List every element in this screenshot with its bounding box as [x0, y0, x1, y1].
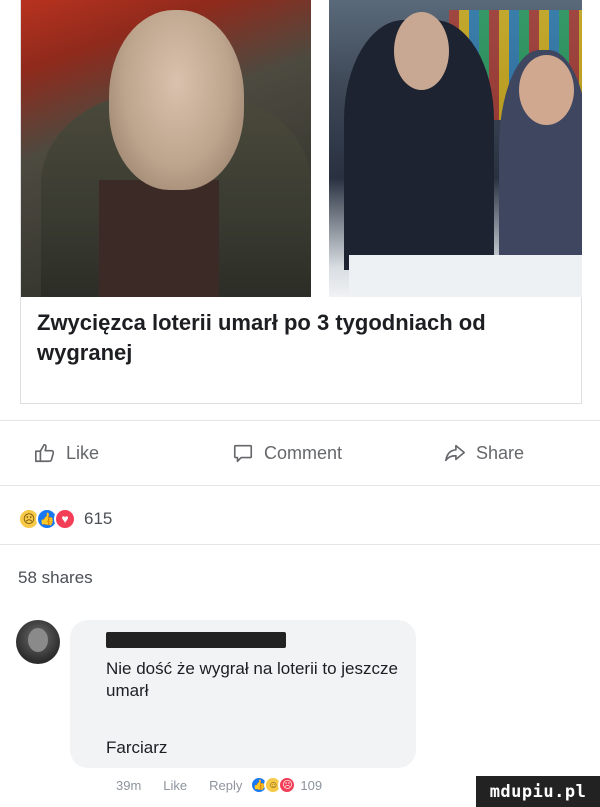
comment-label: Comment	[264, 442, 343, 463]
photo-woman-face	[519, 55, 574, 125]
comment-reactions[interactable]: 👍 ☺ ☹ 109	[250, 776, 322, 794]
photo-shirt	[99, 180, 219, 297]
share-label: Share	[476, 442, 525, 463]
share-button[interactable]: Share	[444, 441, 524, 465]
divider	[0, 544, 600, 545]
comment-time[interactable]: 39m	[116, 778, 141, 793]
like-label: Like	[66, 442, 100, 463]
comment-like-link[interactable]: Like	[163, 778, 187, 793]
comment-text: Nie dość że wygrał na loterii to jeszcze…	[106, 659, 398, 700]
photo-left	[21, 0, 311, 297]
photo-man-face	[394, 12, 449, 90]
post-image[interactable]	[21, 0, 582, 297]
reactions-summary[interactable]: ☹ 👍 ♥ 615	[18, 506, 112, 532]
comment-meta: 39m Like Reply 👍 ☺ ☹ 109	[116, 776, 322, 794]
post-title[interactable]: Zwycięzca loterii umarł po 3 tygodniach …	[37, 308, 557, 368]
shares-count[interactable]: 58 shares	[18, 568, 93, 588]
comment-signature: Farciarz	[106, 738, 168, 757]
photo-face	[109, 10, 244, 190]
commenter-name-redacted[interactable]	[106, 632, 286, 648]
watermark: mdupiu.pl	[476, 776, 600, 807]
comment-bubble: Nie dość że wygrał na loterii to jeszcze…	[70, 620, 416, 768]
share-icon	[445, 444, 465, 462]
reaction-count: 615	[84, 509, 113, 528]
like-button[interactable]: Like	[34, 441, 99, 465]
comment-button[interactable]: Comment	[232, 441, 342, 465]
comment-reaction-count: 109	[300, 777, 323, 793]
angry-icon: ☹	[278, 776, 297, 794]
photo-divider	[311, 0, 329, 297]
love-icon: ♥	[54, 508, 76, 530]
thumbs-up-icon	[35, 443, 55, 463]
avatar[interactable]	[16, 620, 60, 664]
action-bar: Like Comment Share	[0, 420, 600, 486]
comment-icon	[233, 444, 253, 463]
avatar-face	[28, 628, 48, 652]
comment-reply-link[interactable]: Reply	[209, 778, 242, 793]
photo-right	[329, 0, 582, 297]
post-card[interactable]: Zwycięzca loterii umarł po 3 tygodniach …	[20, 0, 582, 404]
photo-counter	[349, 255, 582, 297]
